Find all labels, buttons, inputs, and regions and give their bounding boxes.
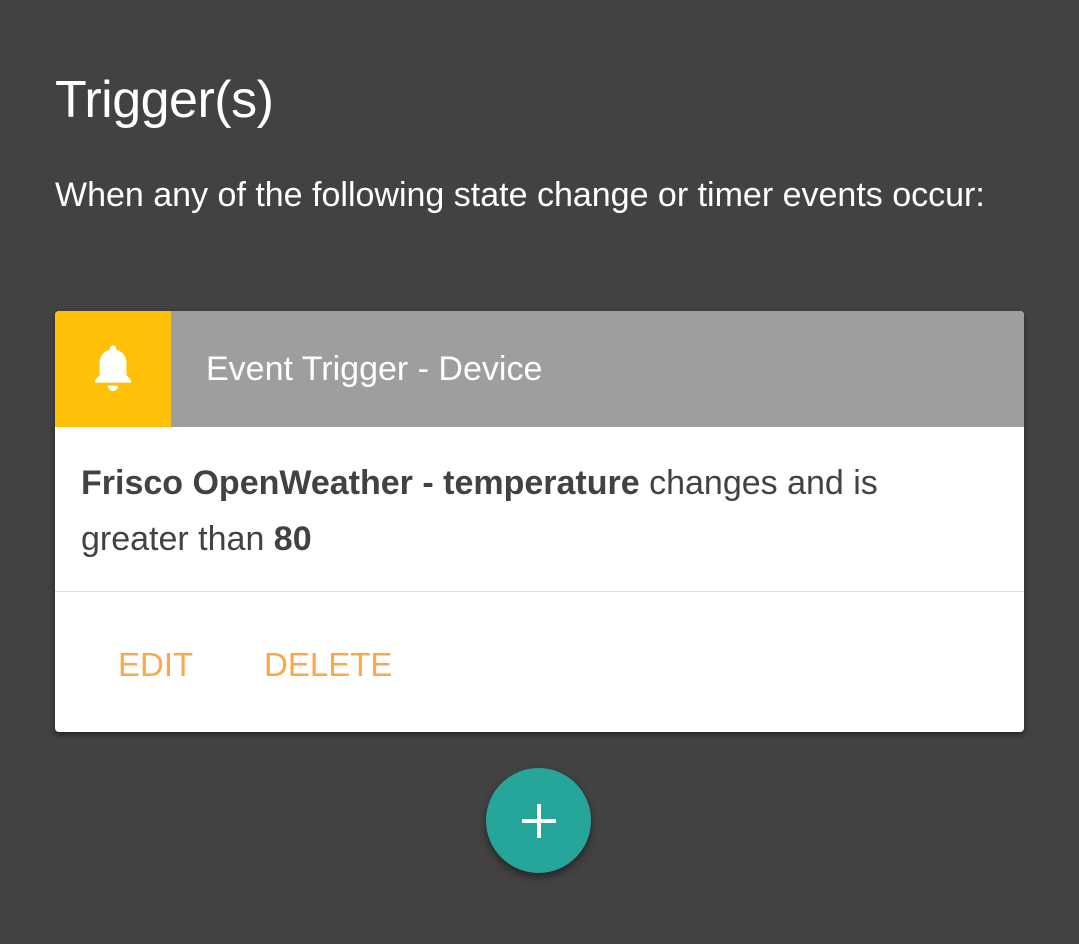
section-description: When any of the following state change o… xyxy=(55,176,985,214)
add-trigger-button[interactable] xyxy=(486,768,591,873)
trigger-card-header: Event Trigger - Device xyxy=(55,311,1024,427)
plus-icon xyxy=(521,803,556,838)
trigger-card: Event Trigger - Device Frisco OpenWeathe… xyxy=(55,311,1024,732)
device-attribute: temperature xyxy=(443,464,640,502)
device-attribute-separator: - xyxy=(412,464,444,502)
device-name: Frisco OpenWeather xyxy=(81,464,413,502)
threshold-value: 80 xyxy=(273,520,312,558)
trigger-card-title: Event Trigger - Device xyxy=(206,350,543,388)
delete-button[interactable]: DELETE xyxy=(264,592,392,732)
card-actions: EDIT DELETE xyxy=(55,592,1024,732)
bell-icon xyxy=(95,345,131,391)
section-title: Trigger(s) xyxy=(55,71,274,129)
trigger-description: Frisco OpenWeather - temperature changes… xyxy=(81,455,981,567)
trigger-icon-block xyxy=(55,311,171,427)
edit-button[interactable]: EDIT xyxy=(118,592,193,732)
